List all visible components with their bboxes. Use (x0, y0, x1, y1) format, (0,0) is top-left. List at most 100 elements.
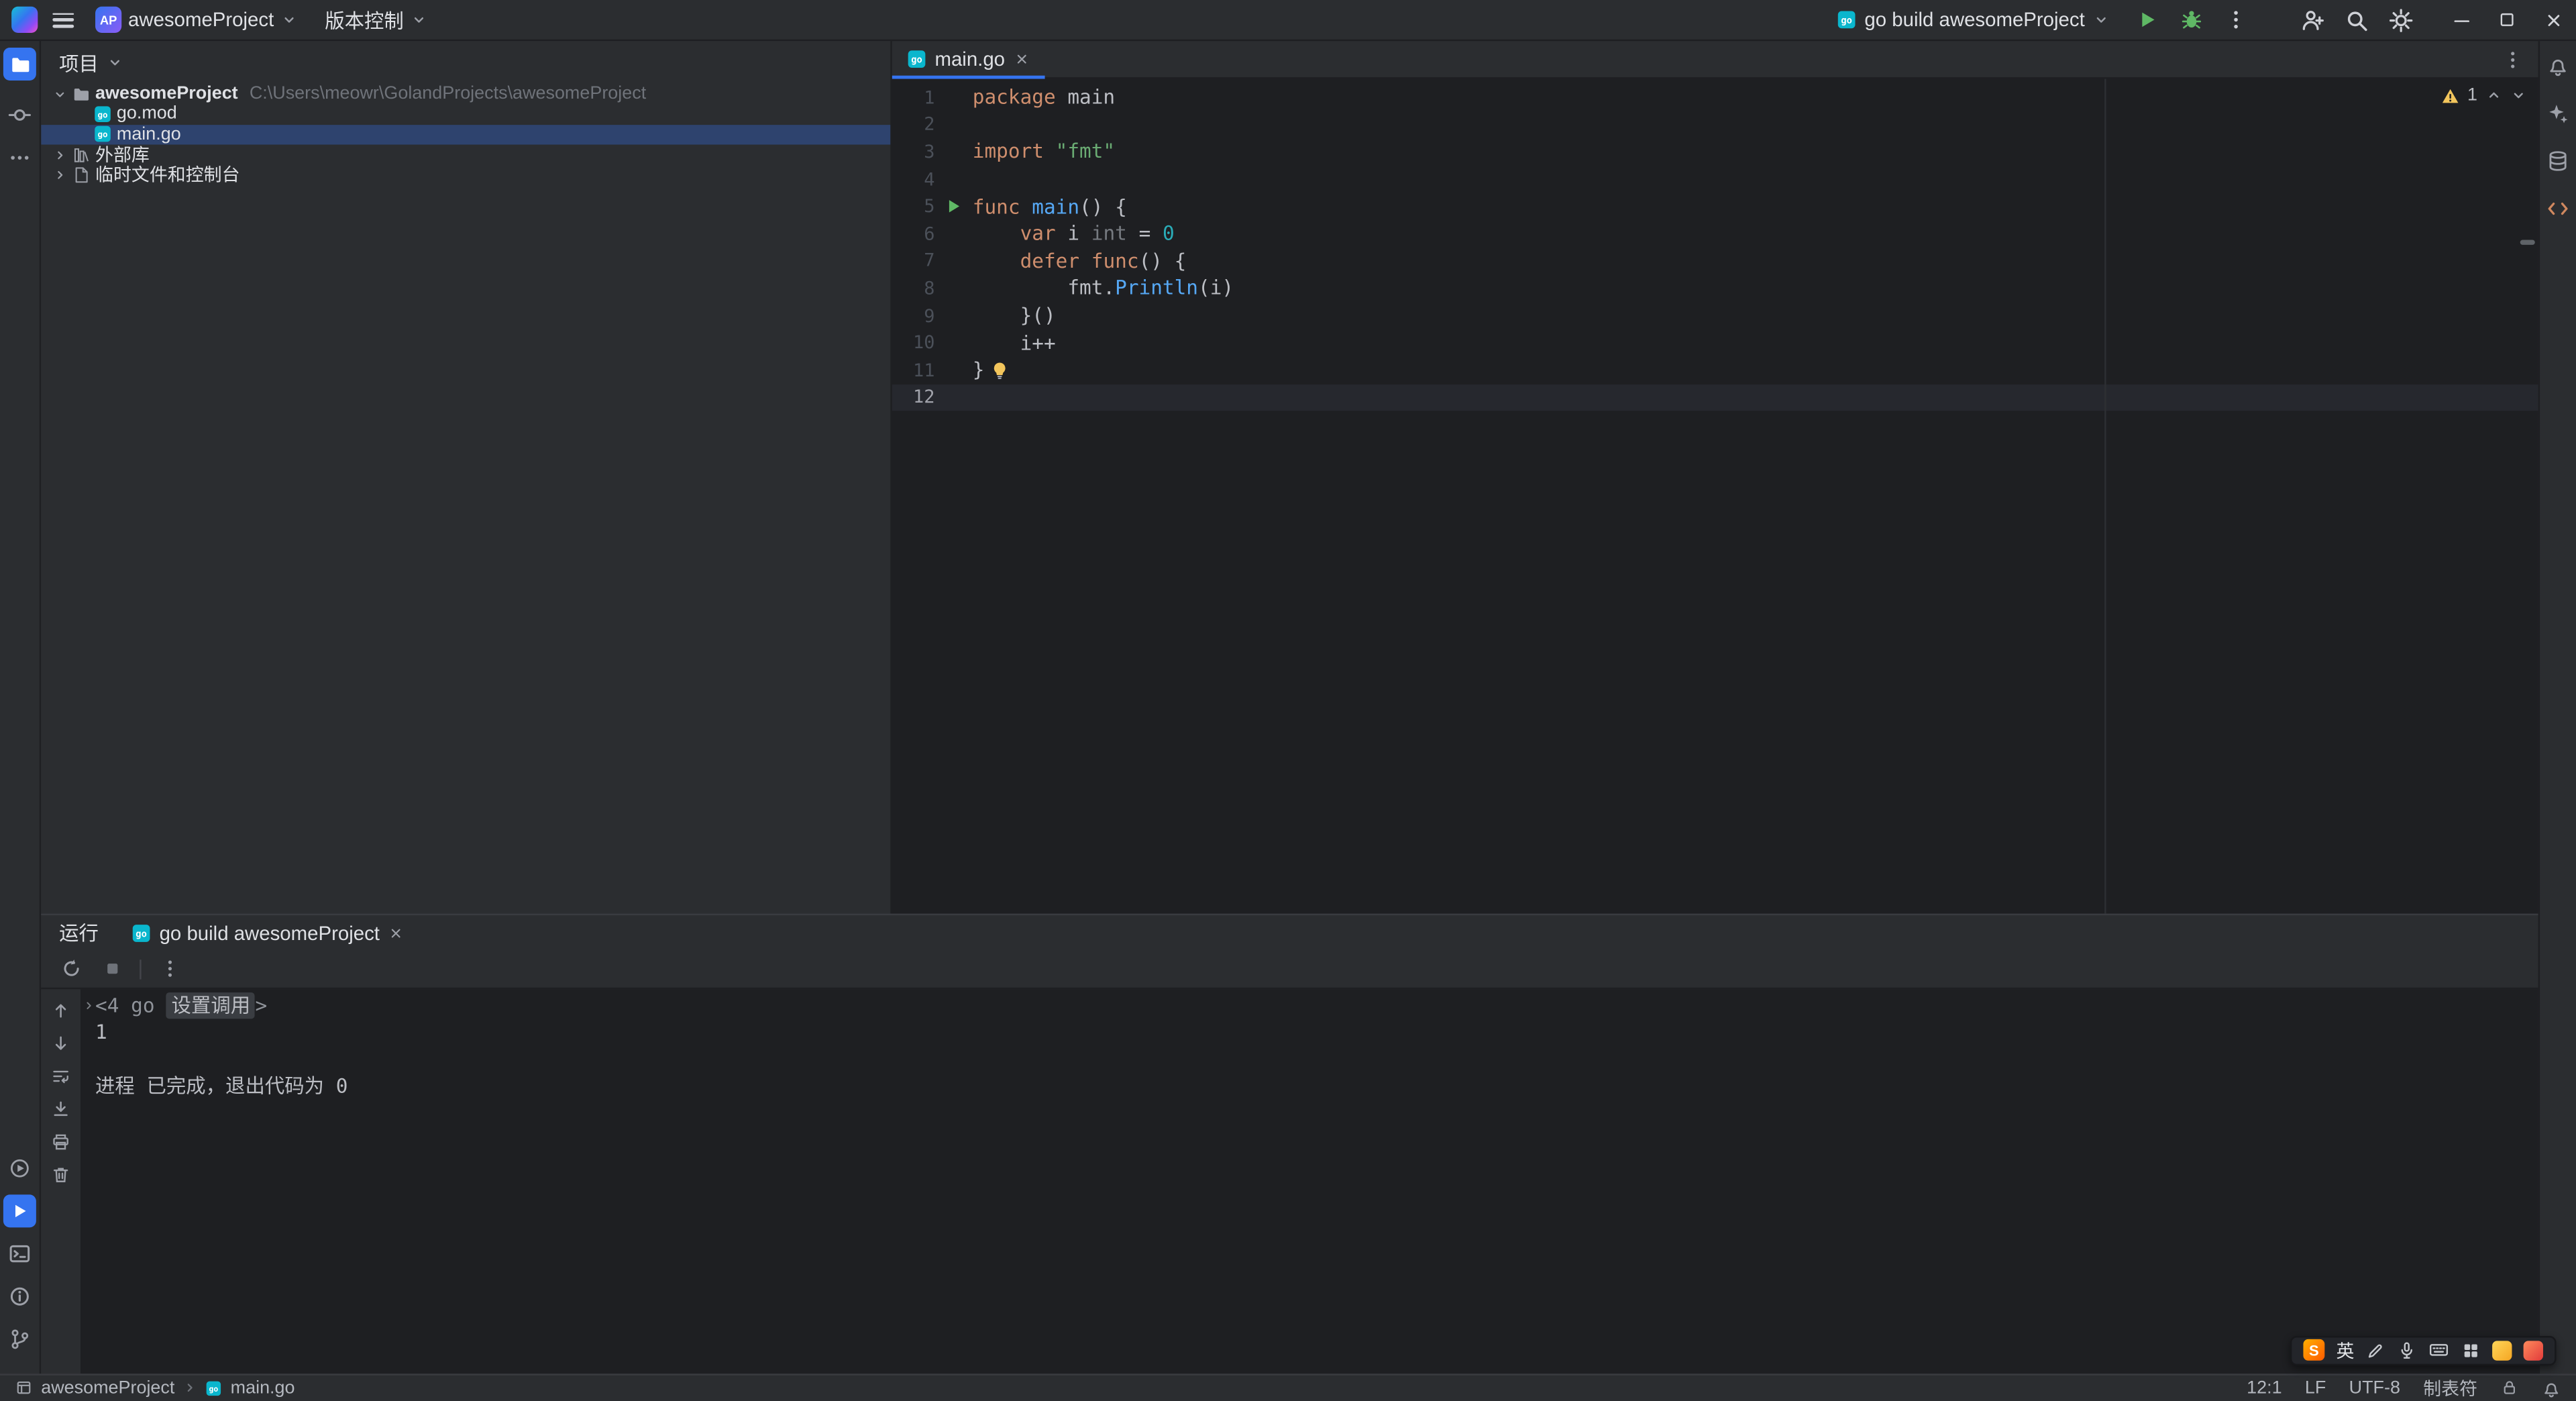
database-tool-button[interactable] (2543, 146, 2573, 176)
tree-row-root[interactable]: awesomeProject C:\Users\meowr\GolandProj… (41, 84, 890, 104)
run-more-options-button[interactable] (156, 955, 182, 982)
chevron-right-icon[interactable] (81, 999, 95, 1013)
library-icon (72, 146, 91, 164)
close-icon[interactable] (388, 925, 404, 941)
code-with-me-button[interactable] (2292, 1, 2332, 38)
soft-wrap-button[interactable] (48, 1063, 74, 1089)
intention-bulb-icon[interactable] (991, 362, 1009, 380)
project-tool-button[interactable] (3, 48, 36, 81)
prev-occurrence-button[interactable] (48, 997, 74, 1023)
indent-style[interactable]: 制表符 (2423, 1375, 2477, 1401)
microphone-icon[interactable] (2397, 1340, 2416, 1359)
run-tool-button[interactable] (3, 1194, 36, 1227)
code-line-10[interactable]: 10 i++ (892, 329, 2538, 357)
tree-row-scratches[interactable]: 临时文件和控制台 (41, 164, 890, 187)
search-everywhere-button[interactable] (2336, 1, 2377, 38)
tree-row-gomod[interactable]: go.mod (41, 104, 890, 124)
console-fold-placeholder[interactable]: 设置调用 (166, 992, 256, 1019)
code-line-2[interactable]: 2 (892, 111, 2538, 139)
endpoints-tool-button[interactable] (2543, 194, 2573, 223)
file-encoding[interactable]: UTF-8 (2349, 1378, 2400, 1398)
maximize-button[interactable] (2484, 0, 2530, 40)
next-occurrence-button[interactable] (48, 1030, 74, 1056)
code-line-3[interactable]: 3 import "fmt" (892, 138, 2538, 166)
print-button[interactable] (48, 1129, 74, 1155)
settings-button[interactable] (2381, 1, 2422, 38)
run-config-selector[interactable]: go build awesomeProject (1827, 3, 2119, 36)
rerun-button[interactable] (58, 955, 84, 982)
run-line-icon[interactable] (934, 197, 972, 215)
code-editor[interactable]: 1 package main 2 3 import "fmt" 4 5 func main()… (892, 79, 2538, 913)
vcs-widget[interactable]: 版本控制 (318, 1, 433, 38)
gear-icon (2389, 7, 2414, 32)
close-window-button[interactable] (2530, 0, 2576, 40)
services-tool-button[interactable] (3, 1151, 36, 1184)
code-line-8[interactable]: 8 fmt.Println(i) (892, 274, 2538, 302)
tree-item-label: 临时文件和控制台 (95, 166, 240, 187)
chevron-down-icon (107, 54, 123, 70)
debug-button[interactable] (2170, 1, 2211, 38)
code-text: func main() { (972, 195, 1127, 218)
project-panel-header[interactable]: 项目 (41, 41, 890, 84)
tree-row-maingo[interactable]: main.go (41, 124, 891, 145)
breadcrumb-file[interactable]: main.go (231, 1378, 295, 1398)
code-line-1[interactable]: 1 package main (892, 84, 2538, 111)
close-icon[interactable] (1013, 51, 1029, 67)
code-line-9[interactable]: 9 }() (892, 302, 2538, 329)
code-tags-icon (2546, 197, 2569, 220)
ime-language-mode[interactable]: 英 (2336, 1337, 2354, 1363)
breadcrumb-project[interactable]: awesomeProject (41, 1378, 174, 1398)
console-fold-line[interactable]: <4 go 设置调用 > (80, 992, 2538, 1019)
keyboard-icon[interactable] (2428, 1339, 2450, 1361)
code-line-11[interactable]: 11} (892, 356, 2538, 384)
run-tab[interactable]: go build awesomeProject (125, 915, 411, 951)
pen-icon[interactable] (2366, 1340, 2385, 1359)
ime-toolbox-icon[interactable] (2523, 1340, 2544, 1360)
grid-panel-icon[interactable] (2461, 1340, 2481, 1359)
run-console[interactable]: <4 go 设置调用 > 1 进程 已完成，退出代码为 0 (80, 988, 2538, 1373)
goland-window: AP awesomeProject 版本控制 go build awesomeP… (0, 0, 2576, 1401)
code-line-5[interactable]: 5 func main() { (892, 193, 2538, 220)
code-text: package main (972, 86, 1116, 109)
more-tools-button[interactable] (3, 142, 36, 174)
terminal-tool-button[interactable] (3, 1237, 36, 1269)
rerun-icon (60, 958, 81, 980)
scroll-to-end-button[interactable] (48, 1096, 74, 1122)
code-line-12[interactable]: 12 (892, 383, 2538, 411)
next-highlight-button[interactable] (2510, 87, 2526, 103)
ime-skin-icon[interactable] (2492, 1340, 2512, 1360)
go-run-config-icon (1837, 10, 1856, 30)
inspections-widget[interactable]: 1 (2441, 85, 2527, 105)
tab-options-button[interactable] (2502, 48, 2538, 70)
line-separator[interactable]: LF (2305, 1378, 2326, 1398)
previous-highlight-button[interactable] (2485, 87, 2502, 103)
project-widget[interactable]: AP awesomeProject (89, 1, 303, 38)
code-line-4[interactable]: 4 (892, 166, 2538, 193)
line-number: 12 (913, 386, 935, 409)
project-root-name: awesomeProject (95, 84, 238, 104)
commit-tool-button[interactable] (3, 99, 36, 132)
chevron-right-icon (52, 167, 67, 182)
sogou-ime-icon[interactable]: S (2303, 1339, 2325, 1361)
notifications-tool-button[interactable] (2543, 51, 2573, 81)
editor-area: main.go 1 package main 2 3 import "fmt" 4 5 fun… (892, 41, 2538, 913)
git-tool-button[interactable] (3, 1322, 36, 1355)
editor-tab-maingo[interactable]: main.go (892, 41, 1044, 79)
minimize-button[interactable] (2438, 0, 2484, 40)
scrollbar-warning-mark[interactable] (2520, 240, 2535, 245)
lock-icon[interactable] (2500, 1379, 2518, 1397)
stop-button[interactable] (99, 955, 125, 982)
go-file-icon (94, 125, 112, 144)
ai-assistant-tool-button[interactable] (2543, 99, 2573, 128)
problems-tool-button[interactable] (3, 1280, 36, 1312)
caret-position[interactable]: 12:1 (2247, 1378, 2282, 1398)
code-text: }() (972, 304, 1056, 327)
notifications-bell-icon[interactable] (2542, 1378, 2561, 1398)
code-line-7[interactable]: 7 defer func() { (892, 248, 2538, 275)
code-line-6[interactable]: 6 var i int = 0 (892, 220, 2538, 248)
run-button[interactable] (2126, 1, 2167, 38)
clear-console-button[interactable] (48, 1161, 74, 1188)
line-number: 6 (924, 223, 935, 245)
main-menu-icon[interactable] (52, 12, 74, 28)
more-actions-button[interactable] (2214, 1, 2255, 38)
